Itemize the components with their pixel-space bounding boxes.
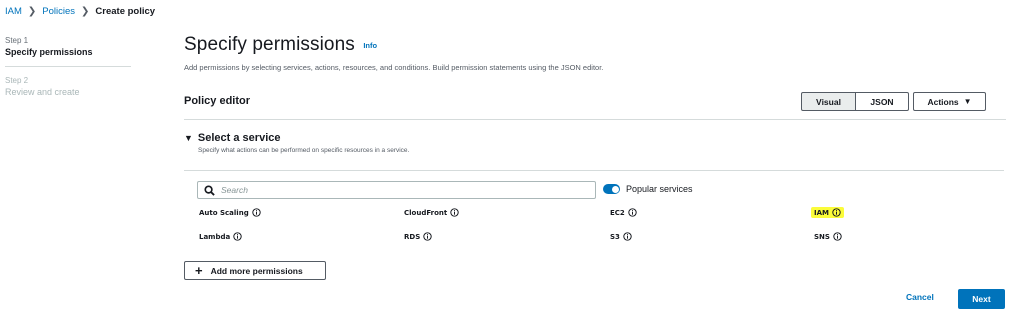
info-circle-icon[interactable] (832, 208, 841, 217)
service-sns[interactable]: SNS (814, 232, 842, 241)
toggle-switch[interactable] (603, 184, 620, 194)
caret-down-icon: ▼ (184, 133, 193, 143)
info-circle-icon[interactable] (833, 232, 842, 241)
step-label: Specify permissions (5, 47, 93, 57)
service-cloudfront[interactable]: CloudFront (404, 208, 459, 217)
actions-label: Actions (927, 96, 959, 107)
info-circle-icon[interactable] (623, 232, 632, 241)
select-service-subtitle: Specify what actions can be performed on… (198, 147, 410, 154)
select-service-section: ▼ Select a service Specify what actions … (184, 132, 1006, 171)
service-iam[interactable]: IAM (811, 207, 844, 218)
plus-icon: + (195, 263, 203, 278)
info-circle-icon[interactable] (423, 232, 432, 241)
cancel-button[interactable]: Cancel (906, 292, 934, 302)
info-circle-icon[interactable] (450, 208, 459, 217)
search-placeholder: Search (221, 185, 248, 195)
step-number: Step 2 (5, 76, 29, 85)
breadcrumb: IAM ❯ Policies ❯ Create policy (5, 6, 155, 17)
select-service-title: Select a service (197, 132, 281, 144)
select-service-header[interactable]: ▼ Select a service (184, 132, 1006, 144)
page-description: Add permissions by selecting services, a… (184, 63, 604, 72)
chevron-right-icon: ❯ (81, 5, 90, 17)
wizard-steps: Step 1 Specify permissions Step 2 Review… (5, 36, 133, 106)
service-auto-scaling[interactable]: Auto Scaling (199, 208, 261, 217)
step-1: Step 1 Specify permissions (5, 36, 133, 58)
add-more-permissions-label: Add more permissions (210, 265, 303, 276)
policy-editor-header: Policy editor Visual JSON Actions ▼ (184, 92, 1006, 120)
service-lambda[interactable]: Lambda (199, 232, 242, 241)
json-button[interactable]: JSON (856, 92, 909, 111)
info-circle-icon[interactable] (628, 208, 637, 217)
search-icon (204, 184, 215, 196)
step-divider (5, 66, 131, 67)
actions-button[interactable]: Actions ▼ (913, 92, 986, 111)
breadcrumb-create-policy: Create policy (95, 6, 156, 17)
next-button[interactable]: Next (958, 289, 1005, 309)
breadcrumb-iam[interactable]: IAM (5, 6, 22, 17)
step-2: Step 2 Review and create (5, 76, 133, 98)
step-number: Step 1 (5, 36, 29, 45)
info-circle-icon[interactable] (252, 208, 261, 217)
popular-services-label: Popular services (626, 184, 693, 194)
section-divider (184, 170, 1004, 171)
service-s3[interactable]: S3 (610, 232, 632, 241)
breadcrumb-policies[interactable]: Policies (42, 6, 75, 17)
step-label: Review and create (5, 87, 80, 97)
info-circle-icon[interactable] (233, 232, 242, 241)
visual-button[interactable]: Visual (801, 92, 856, 111)
caret-down-icon: ▼ (963, 97, 972, 106)
add-more-permissions-button[interactable]: + Add more permissions (184, 261, 326, 280)
service-ec2[interactable]: EC2 (610, 208, 637, 217)
editor-mode-toggle: Visual JSON (801, 92, 909, 111)
info-link[interactable]: Info (363, 41, 377, 50)
service-search-input[interactable]: Search (197, 181, 596, 199)
policy-editor-title: Policy editor (184, 95, 251, 107)
chevron-right-icon: ❯ (27, 5, 37, 17)
popular-services-toggle[interactable]: Popular services (603, 184, 693, 194)
page-header: Specify permissions Info (184, 34, 377, 56)
page-title: Specify permissions (184, 34, 355, 55)
service-rds[interactable]: RDS (404, 232, 432, 241)
